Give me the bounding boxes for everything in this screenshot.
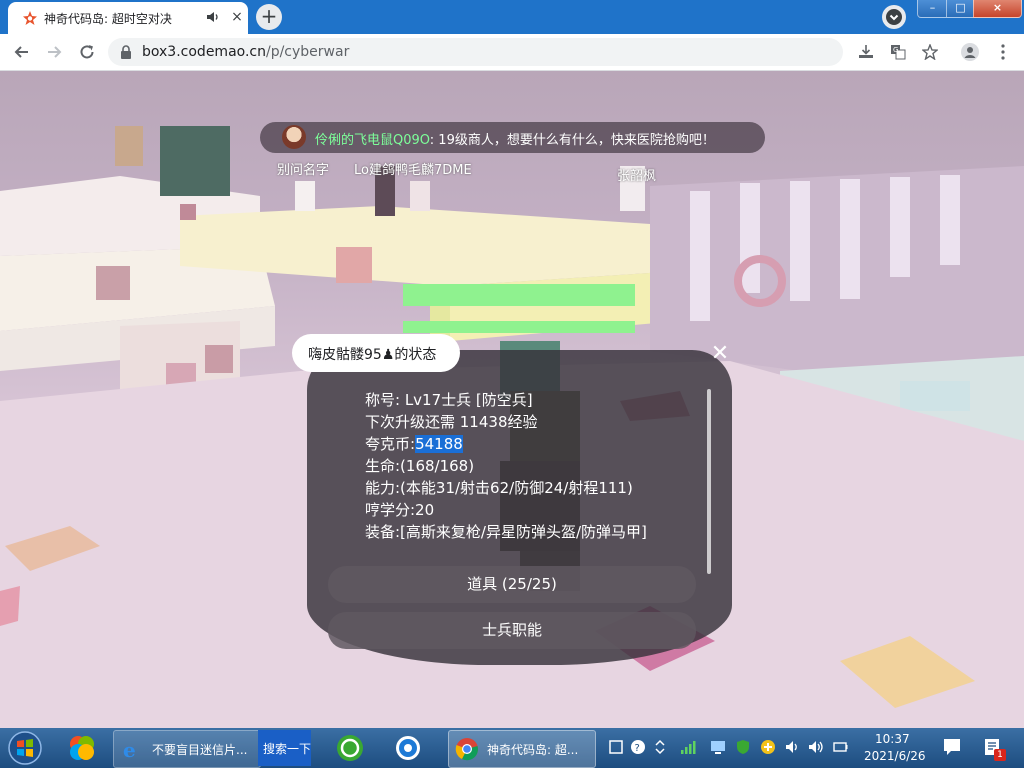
ime-icon[interactable]: [608, 739, 624, 755]
browser-toolbar: box3.codemao.cn/p/cyberwar G: [0, 34, 1024, 71]
ie-icon: e: [123, 738, 136, 761]
ie-taskbar-button[interactable]: e 不要盲目迷信片...: [113, 730, 261, 768]
app-pinned-icon[interactable]: [64, 730, 100, 766]
npc-name-label: 别问名字: [277, 163, 330, 178]
speaker-icon[interactable]: [206, 10, 220, 24]
stat-next-level: 下次升级还需 11438经验: [365, 413, 538, 431]
power-icon[interactable]: [832, 739, 848, 755]
svg-text:?: ?: [635, 743, 640, 754]
chrome-taskbar-button[interactable]: 神奇代码岛: 超...: [448, 730, 596, 768]
window-minimize-button[interactable]: –: [917, 0, 948, 18]
npc-name-label: 张韶枫: [617, 169, 657, 184]
bookmark-star-icon[interactable]: [922, 44, 938, 60]
url-text: box3.codemao.cn/p/cyberwar: [142, 44, 349, 60]
notification-badge: 1: [994, 749, 1006, 761]
tab-close-icon[interactable]: ×: [228, 8, 246, 26]
clock-time[interactable]: 10:37: [875, 732, 910, 746]
chevron-down-icon: [886, 9, 902, 25]
start-button-icon[interactable]: [5, 730, 45, 766]
stat-coins-label: 夸克币:: [365, 435, 416, 453]
stat-coins-value: 54188: [415, 435, 463, 453]
svg-text:G: G: [893, 46, 898, 54]
stat-coins: 夸克币:54188: [365, 433, 463, 454]
clock-date[interactable]: 2021/6/26: [864, 749, 926, 763]
tray-overflow-icon[interactable]: [652, 739, 668, 755]
url-path: /p/cyberwar: [265, 44, 350, 60]
stat-health: 生命:(168/168): [365, 457, 475, 475]
address-bar[interactable]: box3.codemao.cn/p/cyberwar G: [108, 38, 938, 66]
search-taskbar-button[interactable]: 搜索一下: [258, 730, 311, 766]
url-host: box3.codemao.cn: [142, 44, 266, 60]
profile-avatar-icon[interactable]: [961, 43, 979, 61]
back-arrow-icon[interactable]: [12, 42, 32, 62]
broadcast-avatar: [282, 125, 306, 149]
chrome-task-label: 神奇代码岛: 超...: [487, 743, 579, 757]
stat-equipment: 装备:[高斯来复枪/异星防弹头盔/防弹马甲]: [365, 523, 647, 541]
lock-icon[interactable]: [120, 45, 132, 59]
forward-arrow-icon[interactable]: [44, 42, 64, 62]
browser-tabstrip: 神奇代码岛: 超时空对决 × + – □ ×: [0, 0, 1024, 34]
reload-icon[interactable]: [77, 42, 97, 62]
status-panel-title: 嗨皮骷髅95♟的状态: [308, 347, 437, 363]
ie-task-label: 不要盲目迷信片...: [152, 743, 248, 757]
status-panel-header: 嗨皮骷髅95♟的状态: [292, 334, 460, 372]
new-tab-button[interactable]: +: [256, 4, 282, 30]
speaker-icon[interactable]: [808, 739, 824, 755]
window-close-button[interactable]: ×: [973, 0, 1022, 18]
broadcast-bar: 伶俐的飞电鼠Q09O: 19级商人，想要什么有什么，快来医院抢购吧！: [260, 122, 765, 153]
tab-title: 神奇代码岛: 超时空对决: [44, 12, 172, 26]
soldier-role-button[interactable]: 士兵职能: [328, 612, 696, 649]
stat-credits: 哼学分:20: [365, 501, 435, 519]
network-icon[interactable]: [710, 739, 726, 755]
npc-name-label: Lo建鸽鸭毛麟7DME: [354, 163, 472, 178]
tab-search-button[interactable]: [882, 5, 906, 29]
shield-icon[interactable]: [735, 739, 751, 755]
broadcast-sender: 伶俐的飞电鼠Q09O: [315, 133, 430, 148]
broadcast-message: : 19级商人，想要什么有什么，快来医院抢购吧！: [429, 133, 715, 148]
stat-title: 称号: Lv17士兵 [防空兵]: [365, 391, 533, 409]
wifi-icon[interactable]: [680, 739, 696, 755]
translate-icon[interactable]: G: [890, 44, 906, 60]
app-taskbar-icon[interactable]: [390, 730, 426, 766]
stat-abilities: 能力:(本能31/射击62/防御24/射程111): [365, 479, 633, 497]
add-icon[interactable]: [760, 739, 776, 755]
window-maximize-button[interactable]: □: [946, 0, 975, 18]
chrome-icon: [455, 738, 478, 761]
svg-text:e: e: [123, 738, 136, 761]
broadcast-text: 伶俐的飞电鼠Q09O: 19级商人，想要什么有什么，快来医院抢购吧！: [315, 129, 715, 148]
browser-360-icon[interactable]: [332, 730, 368, 766]
browser-tab[interactable]: 神奇代码岛: 超时空对决 ×: [8, 2, 248, 34]
status-panel-scrollbar[interactable]: [707, 389, 711, 574]
codemao-favicon-icon: [23, 11, 37, 25]
more-menu-icon[interactable]: [994, 43, 1012, 61]
search-task-label: 搜索一下: [263, 742, 312, 756]
install-icon[interactable]: [858, 44, 874, 60]
taskbar: e 不要盲目迷信片... 搜索一下 神奇代码岛: 超... ? 10:37 20…: [0, 728, 1024, 768]
help-icon[interactable]: ?: [630, 739, 646, 755]
game-viewport[interactable]: 伶俐的飞电鼠Q09O: 19级商人，想要什么有什么，快来医院抢购吧！ 别问名字 …: [0, 71, 1024, 728]
volume-icon[interactable]: [785, 739, 801, 755]
close-icon[interactable]: ✕: [709, 343, 731, 365]
items-button[interactable]: 道具 (25/25): [328, 566, 696, 603]
chat-icon[interactable]: [942, 737, 962, 757]
